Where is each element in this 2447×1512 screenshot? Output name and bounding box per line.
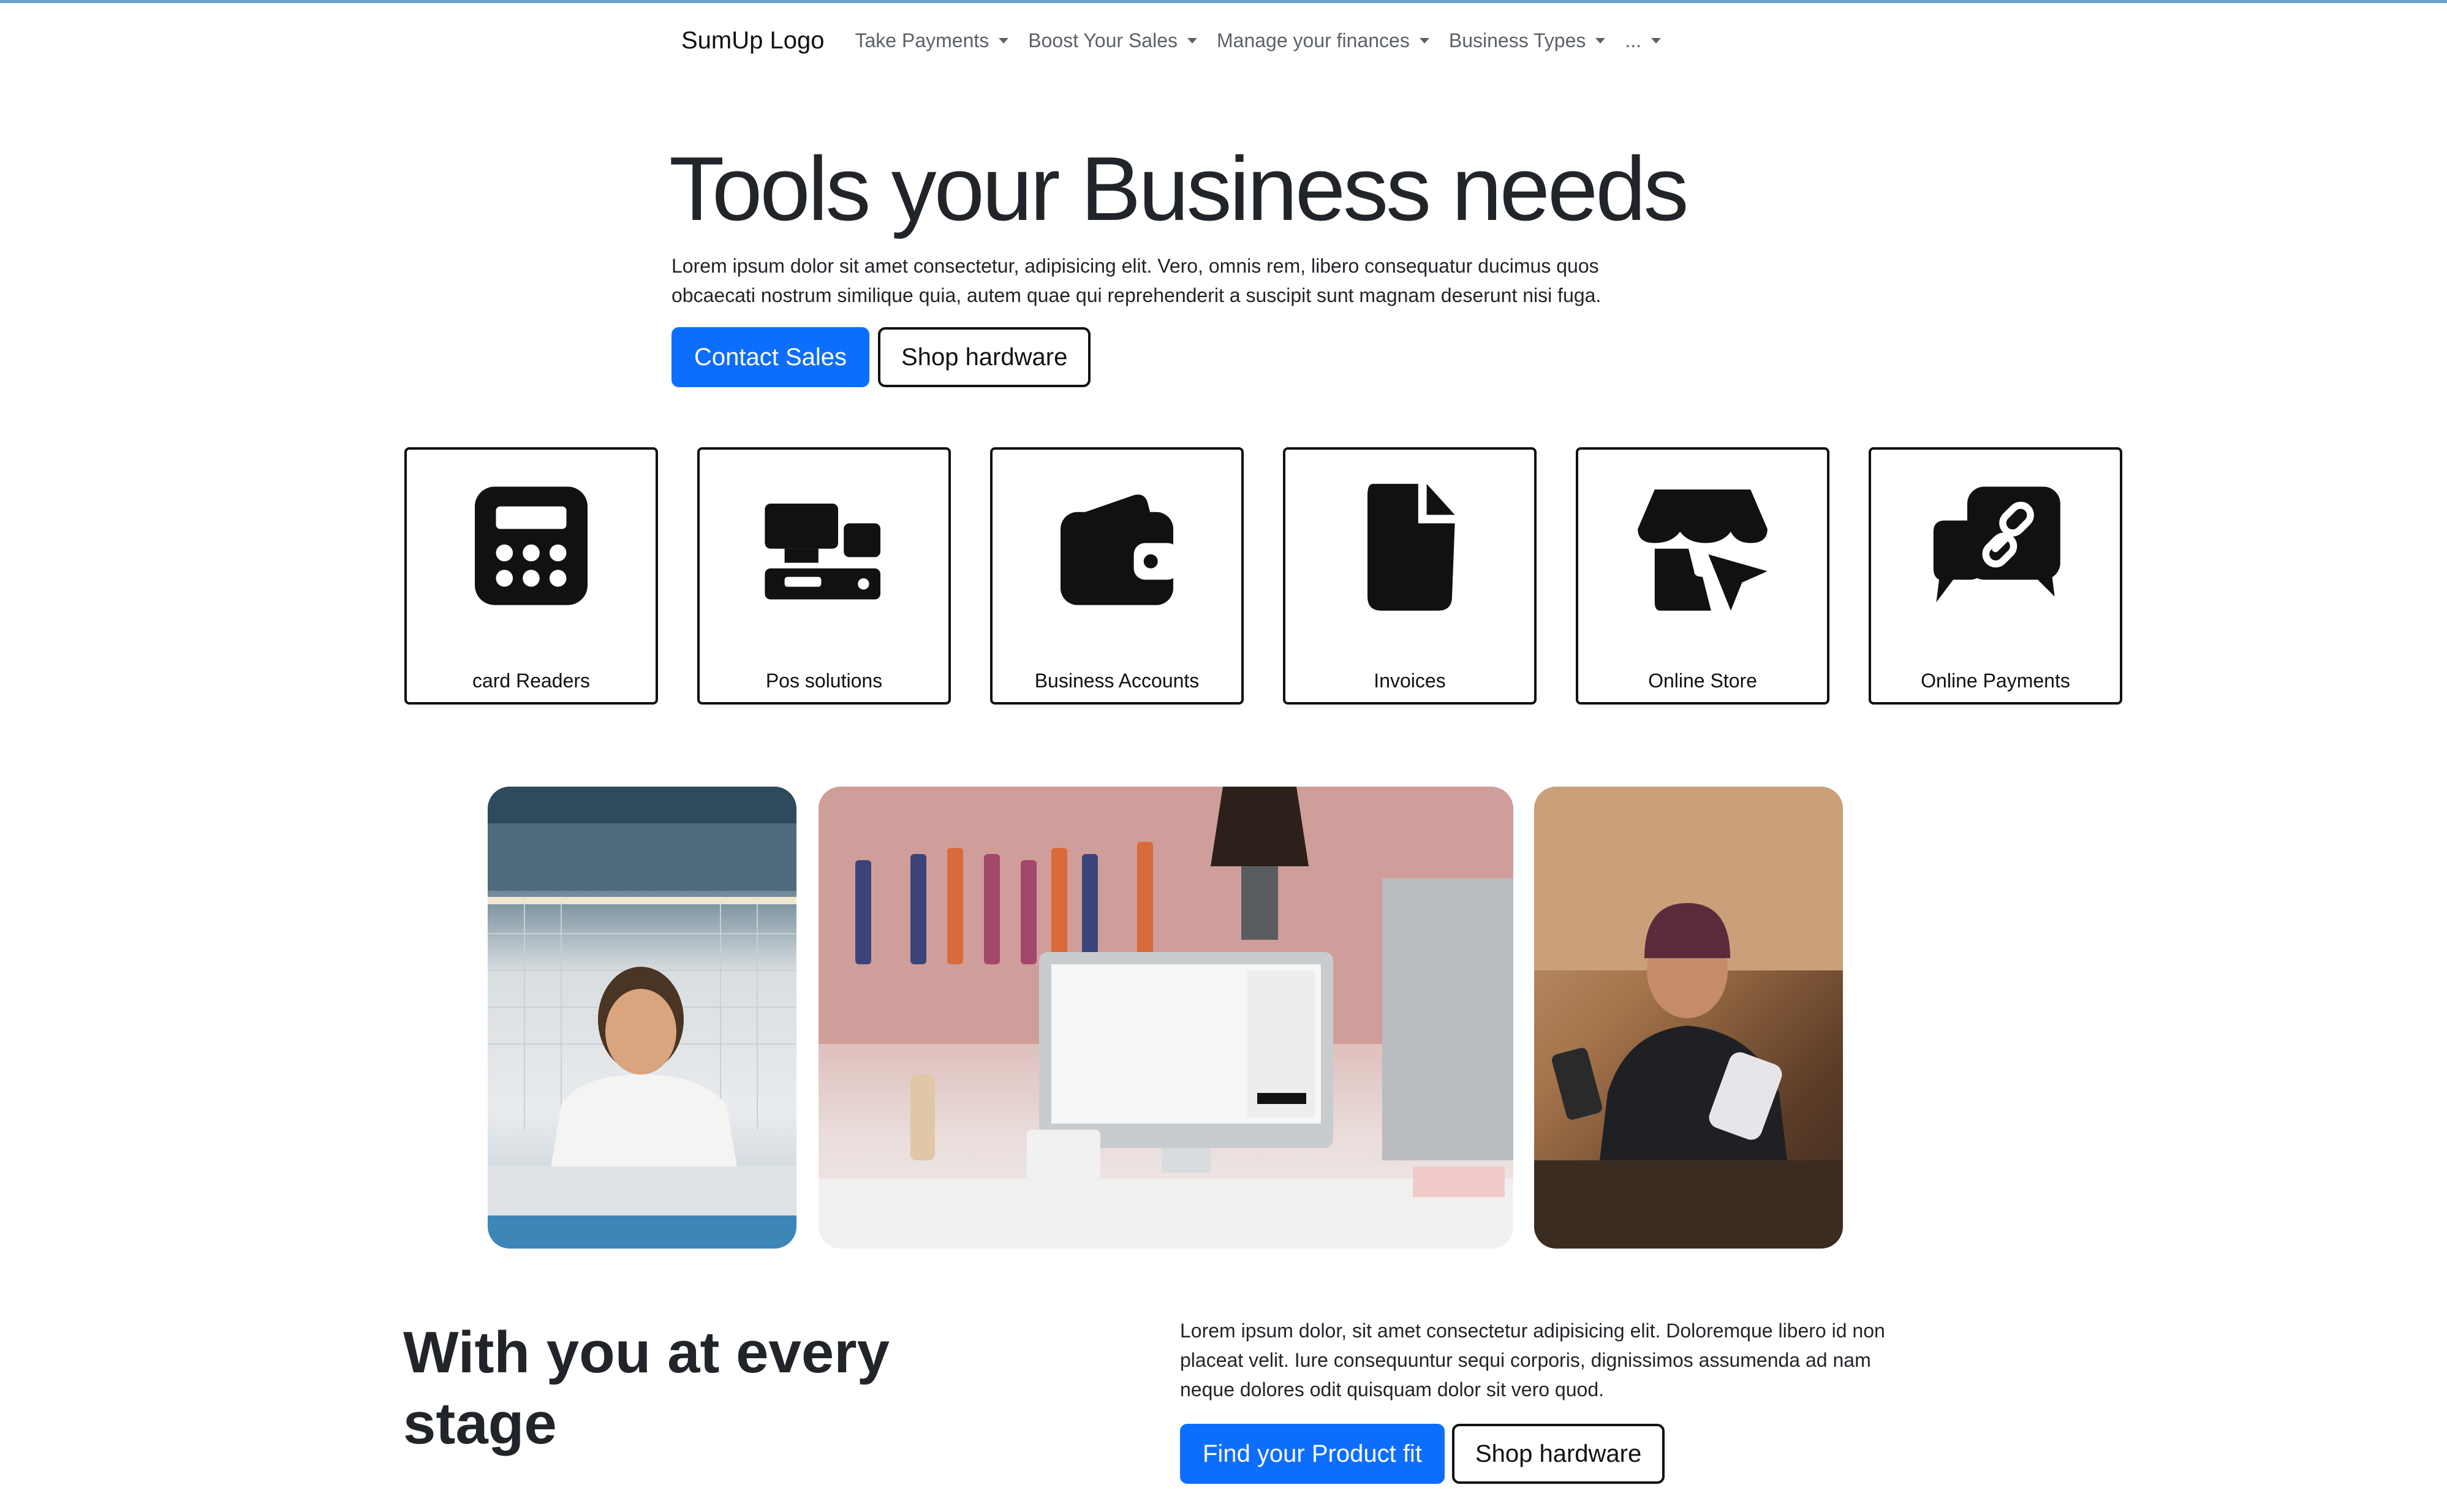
wallet-icon xyxy=(1061,494,1179,605)
shop-hardware-button[interactable]: Shop hardware xyxy=(1451,1424,1665,1484)
hero-button-group: Contact Sales Shop hardware xyxy=(671,327,1091,387)
stage-button-group: Find your Product fit Shop hardware xyxy=(1180,1424,1665,1484)
link-chat-icon xyxy=(1933,486,2060,602)
caret-down-icon xyxy=(999,37,1009,43)
card-label: Online Store xyxy=(1648,670,1757,692)
card-label: card Readers xyxy=(472,670,591,692)
brand-logo[interactable]: SumUp Logo xyxy=(681,27,824,55)
find-product-fit-button[interactable]: Find your Product fit xyxy=(1180,1424,1445,1484)
pos-terminal-icon xyxy=(765,504,880,600)
nav-item-label: Boost Your Sales xyxy=(1028,29,1178,51)
nav-item-manage-finances[interactable]: Manage your finances xyxy=(1217,29,1429,52)
file-icon xyxy=(1367,483,1455,611)
barista-photo xyxy=(1534,787,1843,1249)
card-readers-card[interactable]: card Readers xyxy=(404,447,658,705)
nav-item-label: ... xyxy=(1625,29,1642,51)
stage-description: Lorem ipsum dolor, sit amet consectetur … xyxy=(1180,1320,1885,1400)
caret-down-icon xyxy=(1187,37,1197,43)
online-store-card[interactable]: Online Store xyxy=(1576,447,1829,705)
storefront-cursor-icon xyxy=(1638,490,1768,611)
nav-item-business-types[interactable]: Business Types xyxy=(1449,29,1606,52)
calculator-icon xyxy=(475,486,588,605)
nav-item-boost-sales[interactable]: Boost Your Sales xyxy=(1028,29,1197,52)
invoices-card[interactable]: Invoices xyxy=(1283,447,1537,705)
main-navbar: SumUp Logo Take Payments Boost Your Sale… xyxy=(681,22,1681,59)
stage-title: With you at every stage xyxy=(403,1320,890,1456)
pos-solutions-card[interactable]: Pos solutions xyxy=(697,447,951,705)
chef-photo xyxy=(488,787,796,1249)
business-accounts-card[interactable]: Business Accounts xyxy=(990,447,1244,705)
caret-down-icon xyxy=(1651,37,1662,43)
chef-illustration xyxy=(488,787,796,1249)
caret-down-icon xyxy=(1419,37,1429,43)
barista-illustration xyxy=(1534,787,1843,1249)
card-label: Business Accounts xyxy=(1034,670,1200,692)
top-accent-line xyxy=(0,0,2447,3)
contact-sales-button[interactable]: Contact Sales xyxy=(671,327,870,387)
nav-item-label: Take Payments xyxy=(855,29,989,51)
nav-item-take-payments[interactable]: Take Payments xyxy=(855,29,1009,52)
shop-hardware-button[interactable]: Shop hardware xyxy=(878,327,1091,387)
online-payments-card[interactable]: Online Payments xyxy=(1869,447,2122,705)
nav-item-more[interactable]: ... xyxy=(1625,29,1662,52)
hero-description: Lorem ipsum dolor sit amet consectetur, … xyxy=(671,255,1602,306)
pos-illustration xyxy=(819,787,1513,1249)
pos-terminal-photo xyxy=(819,787,1513,1249)
card-label: Online Payments xyxy=(1921,670,2070,692)
nav-item-label: Manage your finances xyxy=(1216,29,1410,51)
caret-down-icon xyxy=(1595,37,1606,43)
card-label: Invoices xyxy=(1374,670,1446,692)
category-cards: card Readers Pos solutions Business Acco… xyxy=(404,447,2122,705)
nav-item-label: Business Types xyxy=(1448,29,1586,51)
hero-title: Tools your Business needs xyxy=(669,138,1689,240)
card-label: Pos solutions xyxy=(765,670,883,692)
